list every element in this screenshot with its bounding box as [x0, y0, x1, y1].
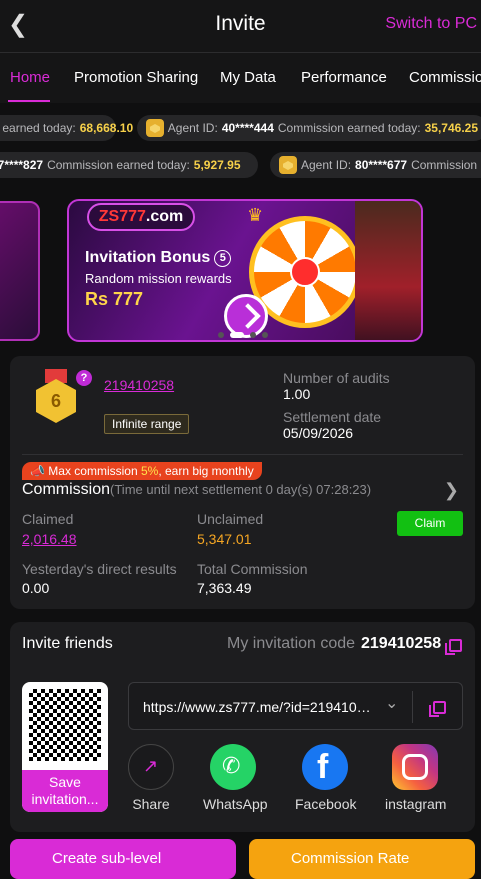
commission-rate-button[interactable]: Commission Rate	[249, 839, 475, 879]
switch-to-pc-link[interactable]: Switch to PC	[385, 15, 477, 33]
settlement-timer: (Time until next settlement 0 day(s) 07:…	[110, 482, 372, 497]
audits-label: Number of audits	[283, 370, 390, 386]
claim-button[interactable]: Claim	[397, 511, 463, 536]
ticker-item: Agent ID: 80****677 Commission e	[270, 152, 481, 178]
ticker-amount: 68,668.10	[79, 121, 134, 135]
banner-model-image	[355, 201, 421, 340]
commission-title-text: Commission	[22, 481, 111, 498]
tag-pct: 5%	[140, 464, 159, 478]
level-medal-icon: 6	[34, 369, 78, 423]
help-icon[interactable]: ?	[76, 370, 92, 386]
ticker-label: Commission e	[411, 158, 481, 172]
copy-link-icon[interactable]	[429, 701, 446, 717]
ticker-label: Commission earned today:	[277, 121, 421, 135]
tab-commission[interactable]: Commission	[409, 69, 481, 86]
max-commission-tag: 📣 Max commission 5%, earn big monthly	[22, 462, 262, 480]
audits-value: 1.00	[283, 386, 311, 402]
instagram-label: instagram	[385, 796, 447, 812]
active-tab-indicator	[8, 100, 50, 102]
save-invitation-button[interactable]: Save invitation...	[22, 770, 108, 812]
level-number: 6	[36, 379, 76, 423]
chevron-right-icon[interactable]: ❯	[444, 480, 459, 501]
agent-id: 80****677	[355, 158, 408, 172]
logo-text: ZS777	[98, 208, 146, 225]
ticker-item: Commission earned today: 68,668.10	[0, 115, 133, 141]
ticker-amount: 35,746.25	[424, 121, 478, 135]
whatsapp-button[interactable]: ✆ WhatsApp	[203, 744, 268, 812]
invite-friends-title: Invite friends	[22, 635, 113, 652]
zs777-logo: ZS777.com	[87, 203, 195, 231]
invitation-bonus-banner[interactable]: ZS777.com Invitation Bonus 5 Random missi…	[67, 199, 423, 342]
total-commission-value: 7,363.49	[197, 580, 252, 596]
tag-text: , earn big monthly	[158, 464, 254, 478]
divider	[22, 454, 463, 455]
share-icon: ↗	[128, 744, 174, 790]
agent-id: 40****444	[221, 121, 274, 135]
facebook-icon: f	[302, 744, 348, 790]
banner-subtitle: Random mission rewards	[85, 271, 232, 286]
share-label: Share	[132, 796, 170, 812]
banner-amount: Rs 777	[85, 289, 144, 309]
whatsapp-label: WhatsApp	[203, 796, 268, 812]
tab-performance[interactable]: Performance	[301, 69, 387, 86]
claimed-value[interactable]: 2,016.48	[22, 531, 77, 547]
wheel-hub	[290, 257, 320, 287]
banner-previous[interactable]	[0, 201, 40, 341]
yesterday-label: Yesterday's direct results	[22, 561, 177, 577]
commission-title[interactable]: Commission(Time until next settlement 0 …	[22, 481, 371, 499]
banner-title: Invitation Bonus 5	[85, 249, 232, 267]
invitation-code-label: My invitation code	[227, 635, 356, 652]
commission-ticker-1: Commission earned today: 68,668.10 Agent…	[0, 115, 481, 141]
share-button[interactable]: ↗ Share	[121, 744, 181, 812]
whatsapp-icon: ✆	[210, 744, 256, 790]
ticker-label: Commission earned today:	[47, 158, 190, 172]
commission-ticker-2: 37****827 Commission earned today: 5,927…	[0, 152, 481, 178]
invitation-link-field[interactable]: https://www.zs777.me/?id=219410258 ⌄	[128, 682, 463, 730]
yesterday-value: 0.00	[22, 580, 50, 596]
settlement-date: 05/09/2026	[283, 425, 354, 441]
divider	[412, 691, 413, 723]
medal-icon	[146, 119, 164, 137]
tab-home[interactable]: Home	[10, 69, 50, 86]
header-bar: ❮ Invite Switch to PC	[0, 0, 481, 52]
ticker-item: Agent ID: 40****444 Commission earned to…	[137, 115, 481, 141]
ticker-item: 37****827 Commission earned today: 5,927…	[0, 152, 258, 178]
tab-promotion-sharing[interactable]: Promotion Sharing	[74, 69, 198, 86]
claimed-label: Claimed	[22, 511, 74, 527]
total-commission-label: Total Commission	[197, 561, 308, 577]
crown-icon: ♛	[247, 205, 264, 225]
unclaimed-label: Unclaimed	[197, 511, 264, 527]
create-sub-level-button[interactable]: Create sub-level	[10, 839, 236, 879]
agent-summary-card: 6 ? 219410258 Infinite range Number of a…	[10, 356, 475, 609]
settlement-label: Settlement date	[283, 409, 382, 425]
banner-badge: 5	[214, 250, 232, 267]
qr-code	[29, 689, 101, 761]
chevron-down-icon[interactable]: ⌄	[385, 693, 398, 713]
range-badge: Infinite range	[104, 414, 190, 434]
unclaimed-value: 5,347.01	[197, 531, 252, 547]
ticker-label: Agent ID:	[167, 121, 218, 135]
agent-id-link[interactable]: 219410258	[104, 377, 174, 393]
ticker-amount: 5,927.95	[193, 158, 241, 172]
facebook-button[interactable]: f Facebook	[295, 744, 357, 812]
copy-code-icon[interactable]	[445, 639, 462, 655]
instagram-button[interactable]: instagram	[385, 744, 447, 812]
instagram-icon	[392, 744, 438, 790]
invitation-link: https://www.zs777.me/?id=219410258	[143, 699, 373, 715]
banner-title-text: Invitation Bonus	[85, 249, 211, 266]
ticker-label: Agent ID:	[301, 158, 352, 172]
ticker-label: Commission earned today:	[0, 121, 76, 135]
invitation-code: 219410258	[361, 635, 442, 652]
facebook-label: Facebook	[295, 796, 357, 812]
carousel-dots	[218, 332, 268, 338]
qr-code-card: Save invitation...	[22, 682, 108, 812]
medal-icon	[279, 156, 297, 174]
tag-text: Max commission	[48, 464, 141, 478]
tab-my-data[interactable]: My Data	[220, 69, 276, 86]
tab-bar: Home Promotion Sharing My Data Performan…	[0, 53, 481, 103]
logo-suffix: .com	[145, 208, 184, 225]
agent-id: 37****827	[0, 158, 44, 172]
